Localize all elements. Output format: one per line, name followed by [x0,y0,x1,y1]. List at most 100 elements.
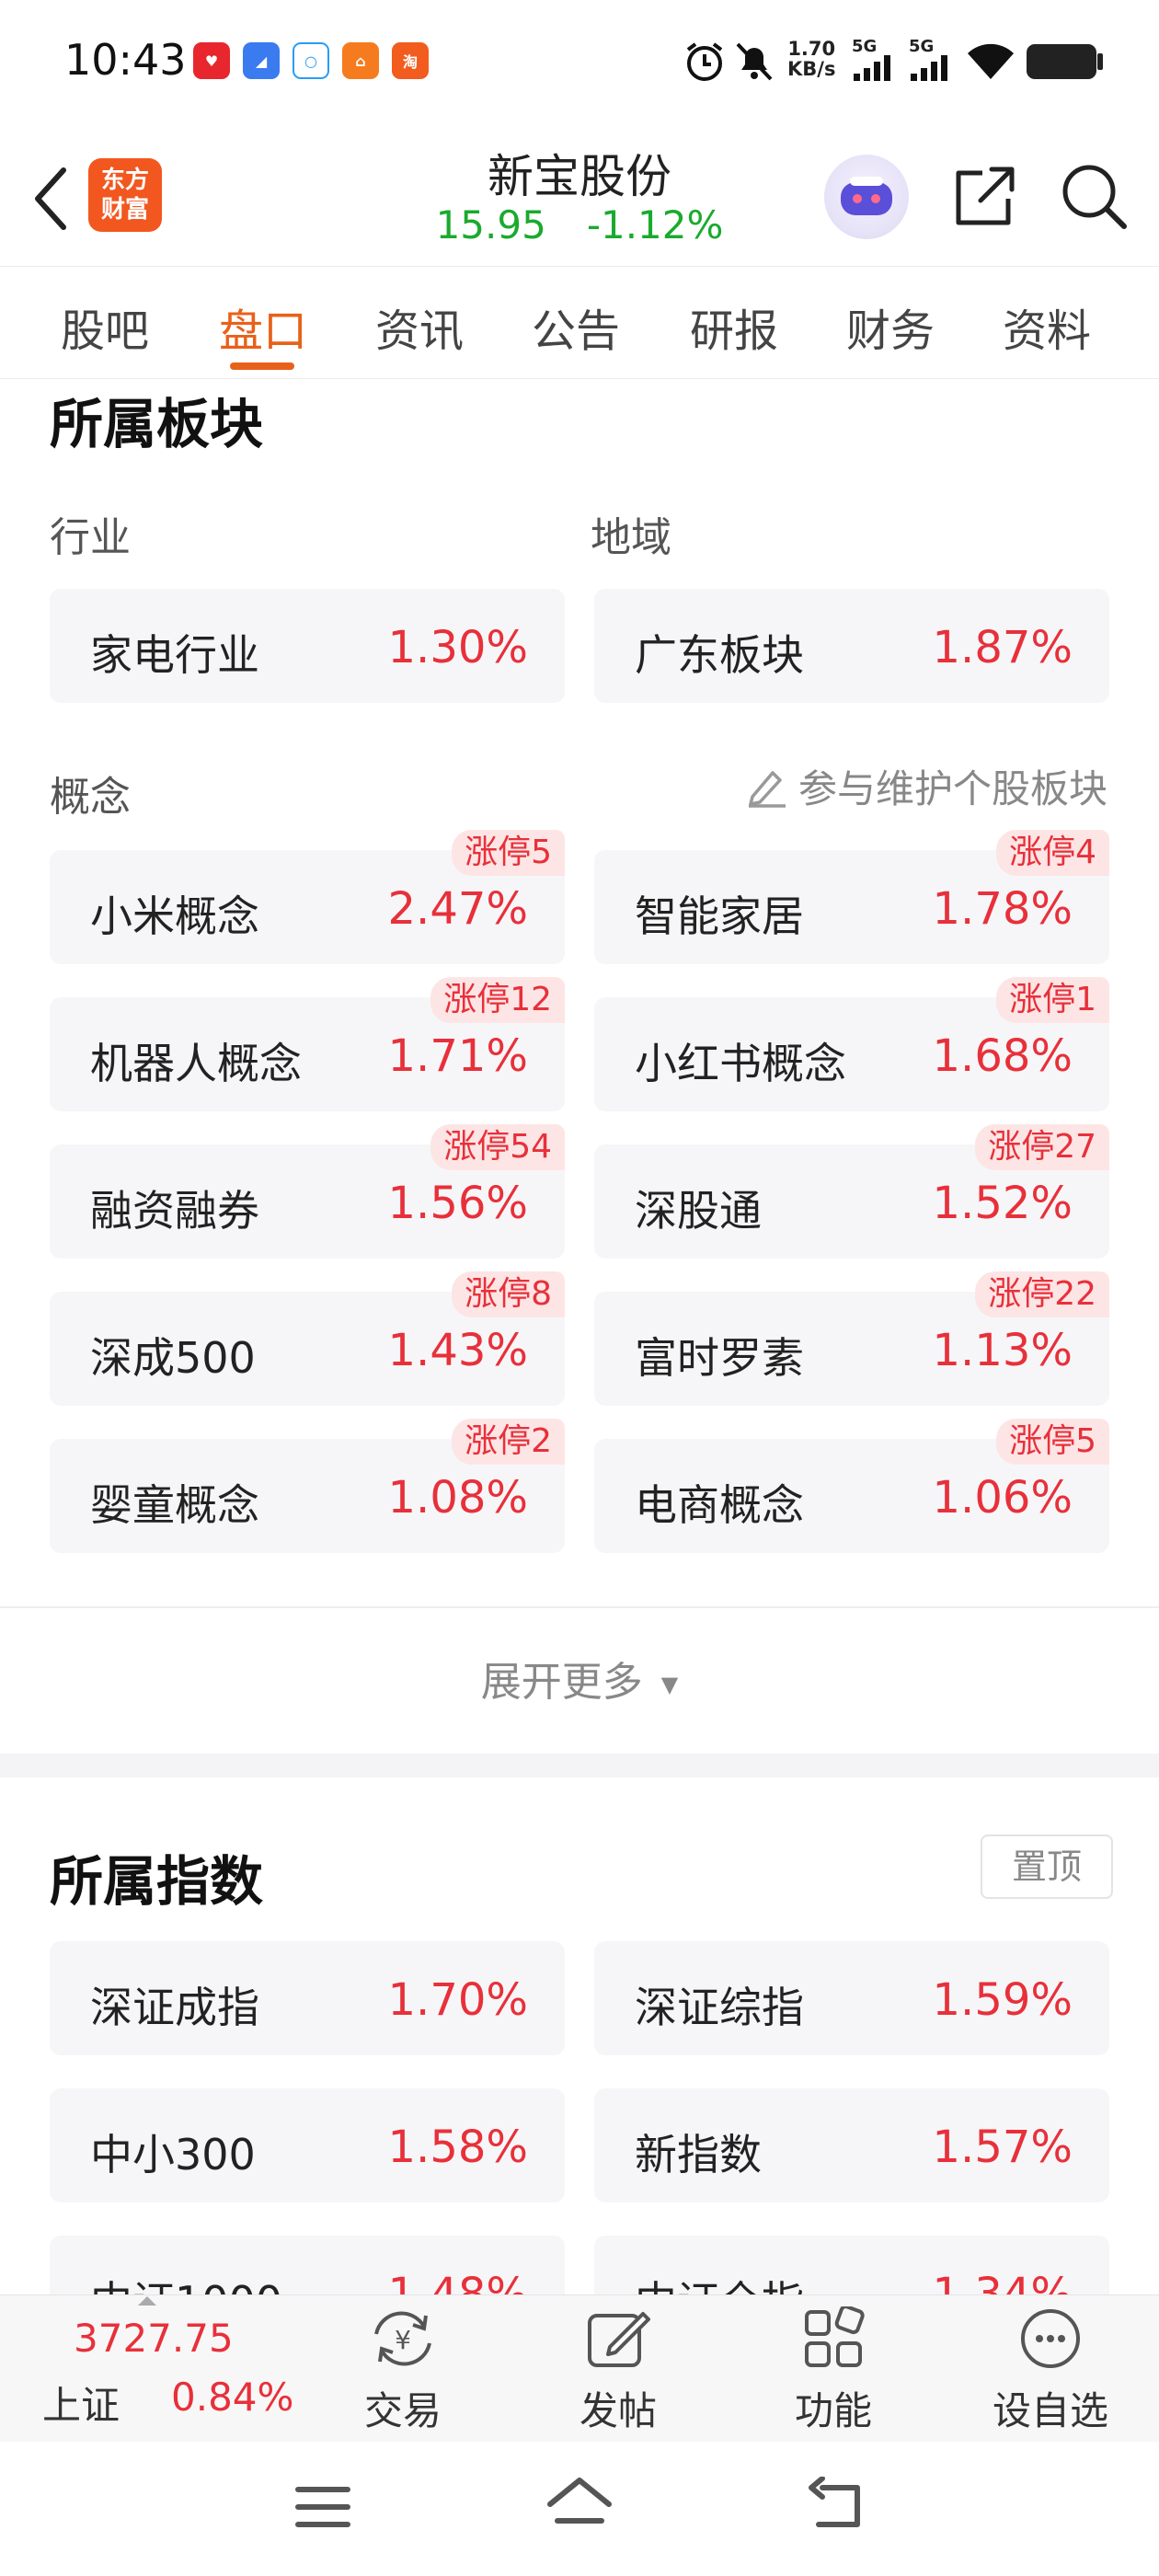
tab-profile[interactable]: 资料 [1003,294,1091,359]
tab-finance[interactable]: 财务 [846,294,935,359]
limit-up-badge: 涨停22 [975,1271,1109,1317]
expand-more-button[interactable]: 展开更多 ▼ [0,1649,1159,1708]
search-button[interactable] [1058,160,1131,234]
menu-icon[interactable] [291,2477,355,2537]
trade-icon: ¥ [374,2311,431,2366]
tab-announcements[interactable]: 公告 [532,294,620,359]
concept-name: 小米概念 [90,891,259,941]
tab-research[interactable]: 研报 [690,294,778,359]
industry-label: 行业 [50,514,131,561]
sectors-title: 所属板块 [50,393,264,455]
indices-title: 所属指数 [50,1850,264,1913]
chat-app-icon: ○ [293,42,329,79]
concept-card[interactable]: 涨停5 小米概念 2.47% [50,830,565,964]
concept-change: 1.52% [932,1178,1073,1229]
alarm-icon [686,42,723,81]
signal-icon [911,55,947,81]
battery-icon [1027,44,1096,79]
post-button[interactable]: 发帖 [535,2306,701,2436]
limit-up-badge: 涨停5 [452,830,565,876]
index-change: 1.57% [932,2122,1073,2173]
limit-up-badge: 涨停12 [430,977,565,1023]
region-label: 地域 [591,514,671,561]
index-card[interactable]: 深证综指 1.59% [594,1941,1109,2055]
compose-icon [588,2312,650,2367]
concept-change: 1.68% [932,1030,1073,1082]
tab-guba[interactable]: 股吧 [61,294,149,359]
index-value: 3727.75 [74,2316,234,2361]
concept-card[interactable]: 涨停2 婴童概念 1.08% [50,1419,565,1553]
concept-change: 2.47% [387,883,528,935]
stock-change: -1.12% [586,202,724,247]
index-change: 1.70% [387,1974,528,2026]
concept-change: 1.71% [387,1030,528,1082]
taobao-icon: 淘 [392,42,429,79]
concept-name: 电商概念 [635,1480,804,1530]
concept-change: 1.08% [387,1472,528,1524]
add-watchlist-button[interactable]: 设自选 [968,2306,1133,2436]
concept-name: 富时罗素 [635,1333,804,1383]
index-name: 深证综指 [635,1983,804,2032]
grid-icon [805,2305,865,2367]
concept-name: 婴童概念 [90,1480,259,1530]
ai-assistant-icon[interactable] [824,155,909,239]
caret-down-icon: ▼ [660,1672,679,1697]
signal-icon [854,55,890,81]
limit-up-badge: 涨停27 [975,1124,1109,1170]
index-change: 1.59% [932,1974,1073,2026]
tab-pankou[interactable]: 盘口 [219,294,307,359]
index-card[interactable]: 中小300 1.58% [50,2088,565,2202]
concept-card[interactable]: 涨停27 深股通 1.52% [594,1124,1109,1259]
limit-up-badge: 涨停54 [430,1124,565,1170]
svg-text:¥: ¥ [395,2325,411,2355]
concept-card[interactable]: 涨停12 机器人概念 1.71% [50,977,565,1111]
home-icon[interactable] [545,2473,614,2537]
active-tab-indicator [230,362,294,370]
maintain-sectors-link[interactable]: 参与维护个股板块 [745,758,1107,814]
concept-name: 智能家居 [635,891,804,941]
bottom-action-bar: 3727.75 上证 0.84% ¥ 交易 发帖 功能 设自选 [0,2294,1159,2442]
concept-card[interactable]: 涨停8 深成500 1.43% [50,1271,565,1406]
limit-up-badge: 涨停1 [996,977,1109,1023]
divider [0,1606,1159,1608]
limit-up-badge: 涨停2 [452,1419,565,1465]
trade-button[interactable]: ¥ 交易 [320,2306,486,2436]
concept-name: 小红书概念 [635,1039,846,1088]
concept-card[interactable]: 涨停22 富时罗素 1.13% [594,1271,1109,1406]
back-nav-icon[interactable] [804,2477,868,2537]
index-card[interactable]: 新指数 1.57% [594,2088,1109,2202]
market-index-widget[interactable]: 3727.75 上证 0.84% [37,2295,313,2433]
concept-name: 深成500 [90,1333,256,1383]
index-card[interactable]: 深证成指 1.70% [50,1941,565,2055]
index-name: 上证 [42,2383,120,2428]
concept-label: 概念 [50,774,131,821]
index-name: 新指数 [635,2130,762,2179]
concept-name: 融资融券 [90,1186,259,1236]
concept-card[interactable]: 涨停54 融资融券 1.56% [50,1124,565,1259]
tab-bar: 股吧 盘口 资讯 公告 研报 财务 资料 [0,269,1159,379]
concept-name: 深股通 [635,1186,762,1236]
concept-change: 1.13% [932,1325,1073,1376]
tab-news[interactable]: 资讯 [375,294,464,359]
app-notification-icon: ♥ [193,42,230,79]
concept-card[interactable]: 涨停4 智能家居 1.78% [594,830,1109,964]
industry-card[interactable]: 家电行业 1.30% [50,589,565,703]
edit-icon [748,770,786,808]
concept-card[interactable]: 涨停5 电商概念 1.06% [594,1419,1109,1553]
sector-change: 1.30% [387,622,528,673]
share-button[interactable] [947,160,1021,234]
section-separator [0,1754,1159,1777]
mute-bell-icon [736,42,773,81]
stock-header: 东方 财富 新宝股份 15.95 -1.12% [0,129,1159,267]
concept-card[interactable]: 涨停1 小红书概念 1.68% [594,977,1109,1111]
app-notification-icon: ⌂ [342,42,379,79]
pin-top-button[interactable]: 置顶 [981,1834,1113,1899]
stock-price: 15.95 [435,202,546,247]
wifi-icon [968,43,1014,79]
region-card[interactable]: 广东板块 1.87% [594,589,1109,703]
app-notification-icon: ◢ [243,42,280,79]
limit-up-badge: 涨停5 [996,1419,1109,1465]
share-icon [956,167,1015,225]
functions-button[interactable]: 功能 [751,2305,916,2436]
concept-change: 1.43% [387,1325,528,1376]
